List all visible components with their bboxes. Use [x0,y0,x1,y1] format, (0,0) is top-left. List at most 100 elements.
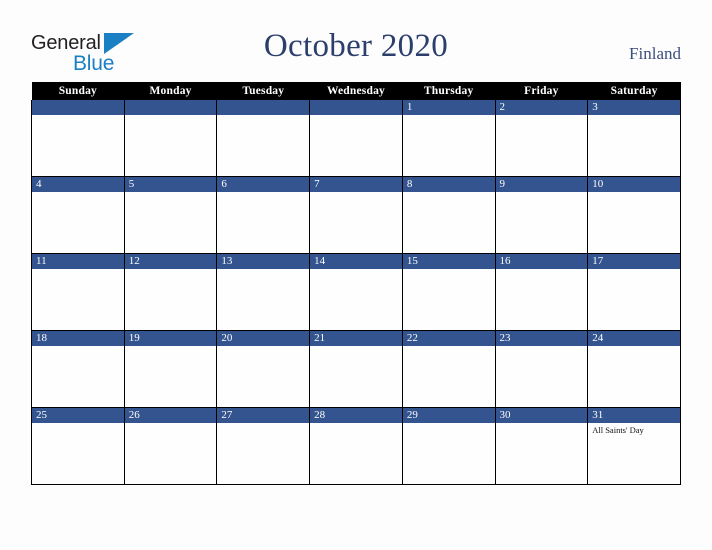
week-row: 4 5 6 7 8 9 10 [31,176,681,254]
day-cell-29[interactable]: 29 [401,407,496,485]
day-number: 30 [495,408,588,423]
day-cell-17[interactable]: 17 [587,253,681,331]
day-cell-7[interactable]: 7 [309,176,403,254]
day-cell-30[interactable]: 30 [494,407,589,485]
day-number: 7 [310,177,402,192]
day-events [588,346,680,348]
calendar-grid: Sunday Monday Tuesday Wednesday Thursday Frid… [31,82,681,485]
day-events [217,346,309,348]
day-number [32,100,124,115]
day-number: 27 [217,408,310,423]
day-number: 12 [124,254,217,269]
day-events [310,192,402,194]
day-cell-10[interactable]: 10 [587,176,681,254]
day-cell-11[interactable]: 11 [31,253,125,331]
day-events [403,423,495,425]
day-cell-13[interactable]: 13 [216,253,311,331]
holiday-label: All Saints' Day [592,425,644,435]
day-events [496,192,588,194]
day-cell-16[interactable]: 16 [494,253,589,331]
day-number: 26 [124,408,217,423]
day-events [32,346,124,348]
day-events [310,115,402,117]
day-cell-4[interactable]: 4 [31,176,125,254]
day-cell-2[interactable]: 2 [494,100,589,177]
day-events [217,269,309,271]
day-events [217,423,309,425]
weekday-header-friday: Friday [495,82,588,100]
day-number: 20 [217,331,310,346]
day-number: 8 [402,177,495,192]
day-events [217,115,309,117]
day-number: 17 [588,254,680,269]
day-cell-empty [123,100,218,177]
day-events [310,346,402,348]
weekday-header-row: Sunday Monday Tuesday Wednesday Thursday Frid… [31,82,681,100]
week-row: 123 [31,100,681,177]
day-number: 3 [588,100,680,115]
day-cell-31[interactable]: 31 All Saints' Day [587,407,681,485]
day-cell-22[interactable]: 22 [401,330,496,408]
day-events [125,346,217,348]
day-number: 21 [310,331,402,346]
day-events [125,192,217,194]
day-number: 10 [588,177,680,192]
day-events [125,423,217,425]
day-events [496,423,588,425]
day-number [310,100,402,115]
weekday-header-monday: Monday [124,82,217,100]
day-cell-26[interactable]: 26 [123,407,218,485]
weekday-header-sunday: Sunday [31,82,125,100]
day-number: 22 [402,331,495,346]
day-cell-6[interactable]: 6 [216,176,311,254]
day-cell-27[interactable]: 27 [216,407,311,485]
day-number: 31 [588,408,680,423]
day-number: 15 [402,254,495,269]
country-label: Finland [629,44,681,63]
day-cell-9[interactable]: 9 [494,176,589,254]
day-events: All Saints' Day [588,423,680,436]
day-events [125,269,217,271]
day-cell-empty [216,100,311,177]
day-events [217,192,309,194]
calendar-page: General Blue October 2020 Finland Sunday… [0,0,712,550]
day-number: 4 [32,177,124,192]
day-number: 29 [402,408,495,423]
day-events [588,115,680,117]
day-cell-19[interactable]: 19 [123,330,218,408]
day-events [496,115,588,117]
day-number [217,100,310,115]
day-cell-25[interactable]: 25 [31,407,125,485]
day-cell-28[interactable]: 28 [309,407,403,485]
day-events [125,115,217,117]
weekday-header-thursday: Thursday [402,82,496,100]
day-number: 25 [32,408,124,423]
weekday-row: Sunday Monday Tuesday Wednesday Thursday Frid… [31,82,681,100]
day-number: 1 [402,100,495,115]
day-cell-empty [309,100,403,177]
day-number: 5 [124,177,217,192]
day-cell-15[interactable]: 15 [401,253,496,331]
day-cell-20[interactable]: 20 [216,330,311,408]
day-events [32,423,124,425]
day-cell-18[interactable]: 18 [31,330,125,408]
day-events [403,192,495,194]
day-events [310,269,402,271]
day-cell-1[interactable]: 1 [401,100,496,177]
day-number [124,100,217,115]
day-number: 24 [588,331,680,346]
day-cell-8[interactable]: 8 [401,176,496,254]
day-cell-24[interactable]: 24 [587,330,681,408]
page-header: General Blue October 2020 Finland [0,0,712,82]
day-number: 18 [32,331,124,346]
day-cell-12[interactable]: 12 [123,253,218,331]
day-cell-21[interactable]: 21 [309,330,403,408]
day-cell-empty [31,100,125,177]
day-number: 16 [495,254,588,269]
day-events [310,423,402,425]
day-cell-5[interactable]: 5 [123,176,218,254]
day-cell-14[interactable]: 14 [309,253,403,331]
day-events [496,346,588,348]
day-cell-23[interactable]: 23 [494,330,589,408]
day-cell-3[interactable]: 3 [587,100,681,177]
